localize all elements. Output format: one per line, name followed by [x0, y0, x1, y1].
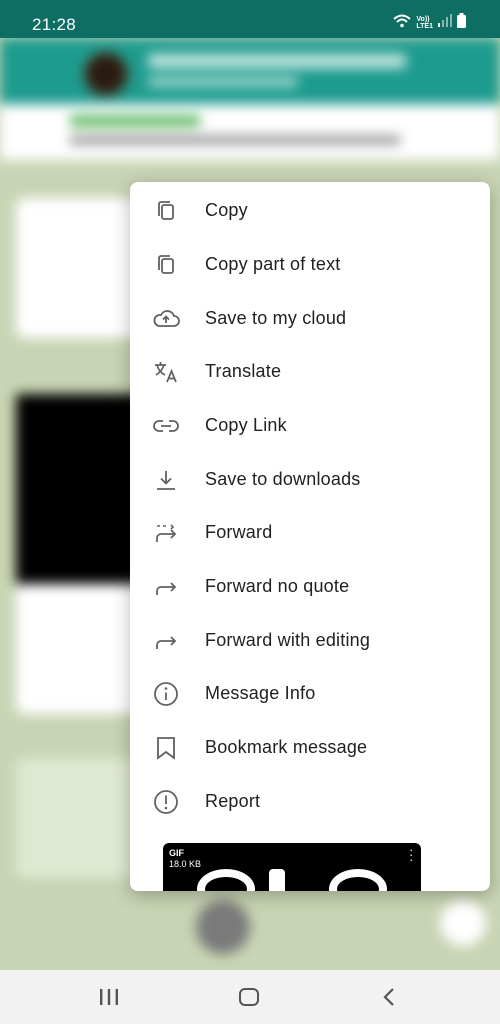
more-vert-icon[interactable]: · · · — [409, 843, 413, 866]
report-icon — [152, 788, 180, 816]
wifi-icon — [393, 14, 412, 33]
status-icons: Vo)) LTE1 — [393, 13, 466, 33]
copy-part-icon — [152, 251, 180, 279]
back-icon[interactable] — [375, 983, 403, 1011]
menu-item-bookmark[interactable]: Bookmark message — [130, 720, 490, 774]
menu-item-forward[interactable]: Forward — [130, 505, 490, 559]
menu-item-save-downloads[interactable]: Save to downloads — [130, 452, 490, 506]
menu-item-copy-link[interactable]: Copy Link — [130, 398, 490, 452]
gif-size-label: 18.0 KB — [169, 859, 202, 869]
status-bar: 21:28 Vo)) LTE1 — [0, 0, 500, 38]
network-label: Vo)) LTE1 — [416, 16, 433, 30]
menu-item-save-cloud[interactable]: Save to my cloud — [130, 291, 490, 345]
bookmark-icon — [152, 734, 180, 762]
home-icon[interactable] — [235, 983, 263, 1011]
forward-no-quote-icon — [152, 573, 180, 601]
download-icon — [152, 466, 180, 494]
menu-item-copy[interactable]: Copy — [130, 183, 490, 237]
forward-icon — [152, 519, 180, 547]
menu-item-forward-editing[interactable]: Forward with editing — [130, 613, 490, 667]
menu-item-message-info[interactable]: Message Info — [130, 666, 490, 720]
recent-apps-icon[interactable] — [95, 983, 123, 1011]
status-time: 21:28 — [32, 15, 77, 34]
avatar — [84, 52, 128, 96]
translate-icon — [152, 358, 180, 386]
copy-icon — [152, 197, 180, 225]
link-icon — [152, 412, 180, 440]
battery-icon — [457, 13, 466, 33]
info-icon — [152, 680, 180, 708]
menu-item-forward-no-quote[interactable]: Forward no quote — [130, 559, 490, 613]
gif-preview[interactable]: GIF 18.0 KB · · · — [163, 843, 421, 891]
navigation-bar — [0, 970, 500, 1024]
pinned-message — [0, 104, 500, 160]
gif-type-label: GIF — [169, 848, 184, 858]
cloud-upload-icon — [152, 305, 180, 333]
menu-item-report[interactable]: Report — [130, 774, 490, 828]
message-context-menu: Copy Copy part of text Save to my cloud … — [130, 182, 490, 891]
signal-icon — [438, 14, 452, 32]
forward-edit-icon — [152, 627, 180, 655]
menu-item-copy-part[interactable]: Copy part of text — [130, 237, 490, 291]
menu-item-translate[interactable]: Translate — [130, 344, 490, 398]
blurred-app-bar — [0, 38, 500, 104]
